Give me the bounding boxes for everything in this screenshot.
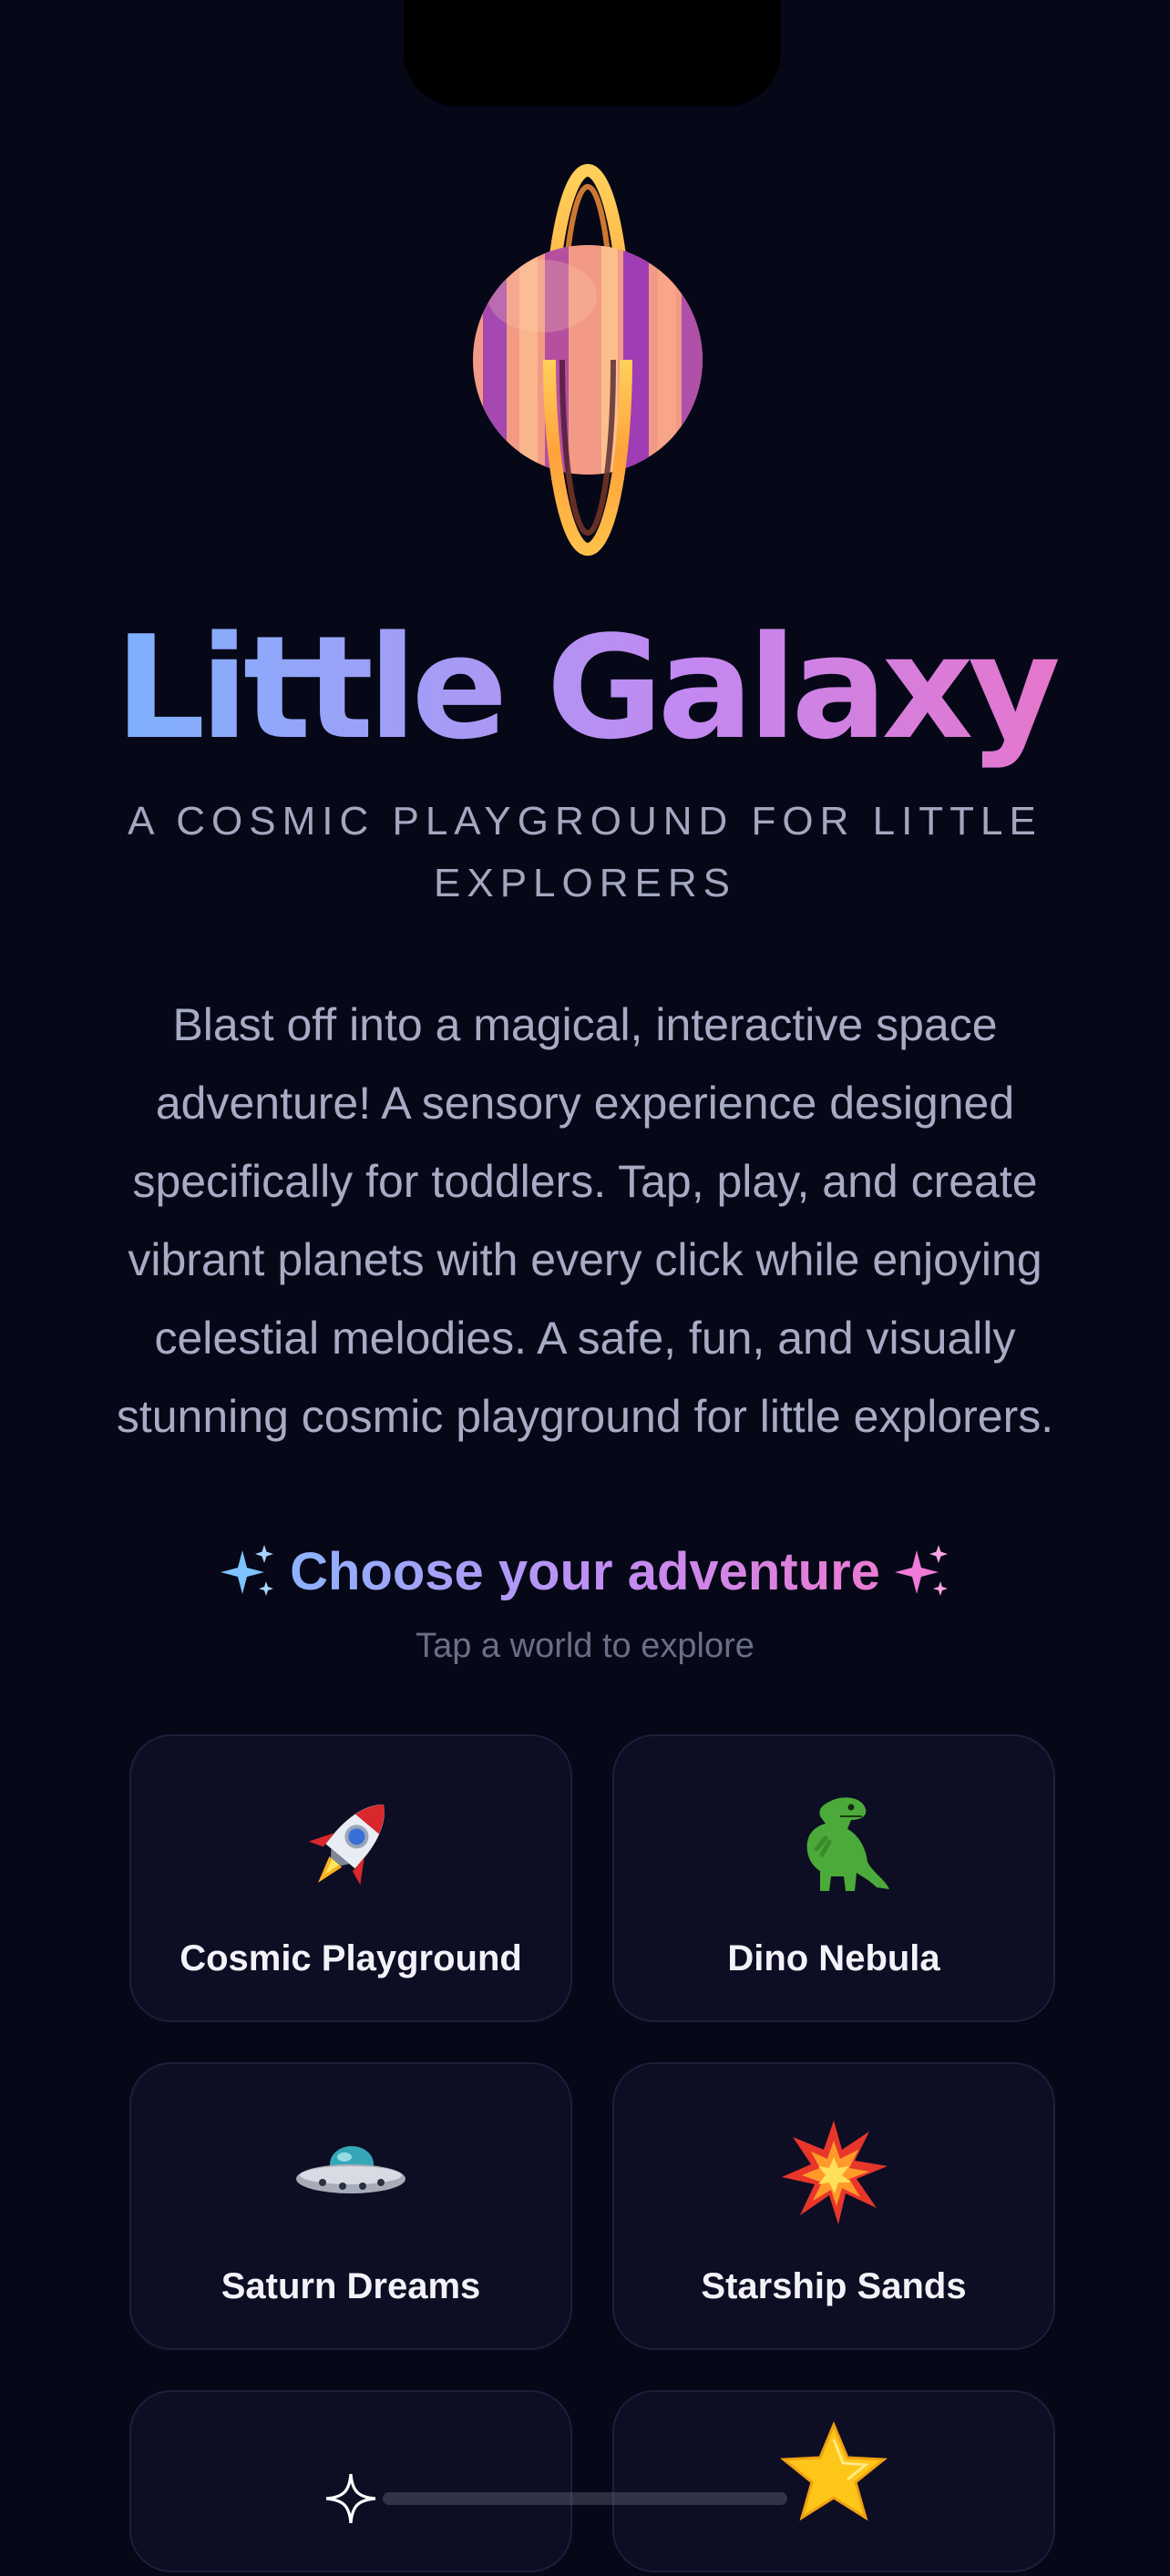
world-card-saturn-dreams[interactable]: Saturn Dreams <box>129 2062 572 2350</box>
world-card-label: Dino Nebula <box>727 1938 940 1978</box>
app-title: Little Galaxy <box>0 606 1170 770</box>
rocket-icon <box>131 1789 570 1898</box>
explosion-icon <box>614 2117 1053 2226</box>
world-card-label: Saturn Dreams <box>221 2266 481 2306</box>
flying-saucer-icon <box>131 2117 570 2226</box>
section-heading-text: Choose your adventure <box>277 1542 893 1601</box>
app-tagline: A COSMIC PLAYGROUND FOR LITTLE EXPLORERS <box>128 799 1042 905</box>
device-notch <box>404 0 781 107</box>
planet-logo-icon <box>456 159 720 560</box>
app-description: Blast off into a magical, interactive sp… <box>116 999 1054 1442</box>
sparkles-icon <box>219 1543 277 1601</box>
section-subheading: Tap a world to explore <box>416 1627 754 1665</box>
world-card-dino-nebula[interactable]: Dino Nebula <box>612 1734 1055 2022</box>
sparkle-star-icon <box>131 2467 570 2576</box>
world-card-starship-sands[interactable]: Starship Sands <box>612 2062 1055 2350</box>
sparkles-icon <box>893 1543 951 1601</box>
world-card-label: Cosmic Playground <box>180 1938 522 1978</box>
world-card-6[interactable] <box>612 2390 1055 2572</box>
world-card-label: Starship Sands <box>701 2266 967 2306</box>
glowing-star-icon <box>614 2419 1053 2529</box>
section-heading: Choose your adventure <box>0 1532 1170 1609</box>
world-card-5[interactable] <box>129 2390 572 2572</box>
world-card-cosmic-playground[interactable]: Cosmic Playground <box>129 1734 572 2022</box>
dinosaur-icon <box>614 1789 1053 1898</box>
home-indicator[interactable] <box>383 2492 787 2505</box>
